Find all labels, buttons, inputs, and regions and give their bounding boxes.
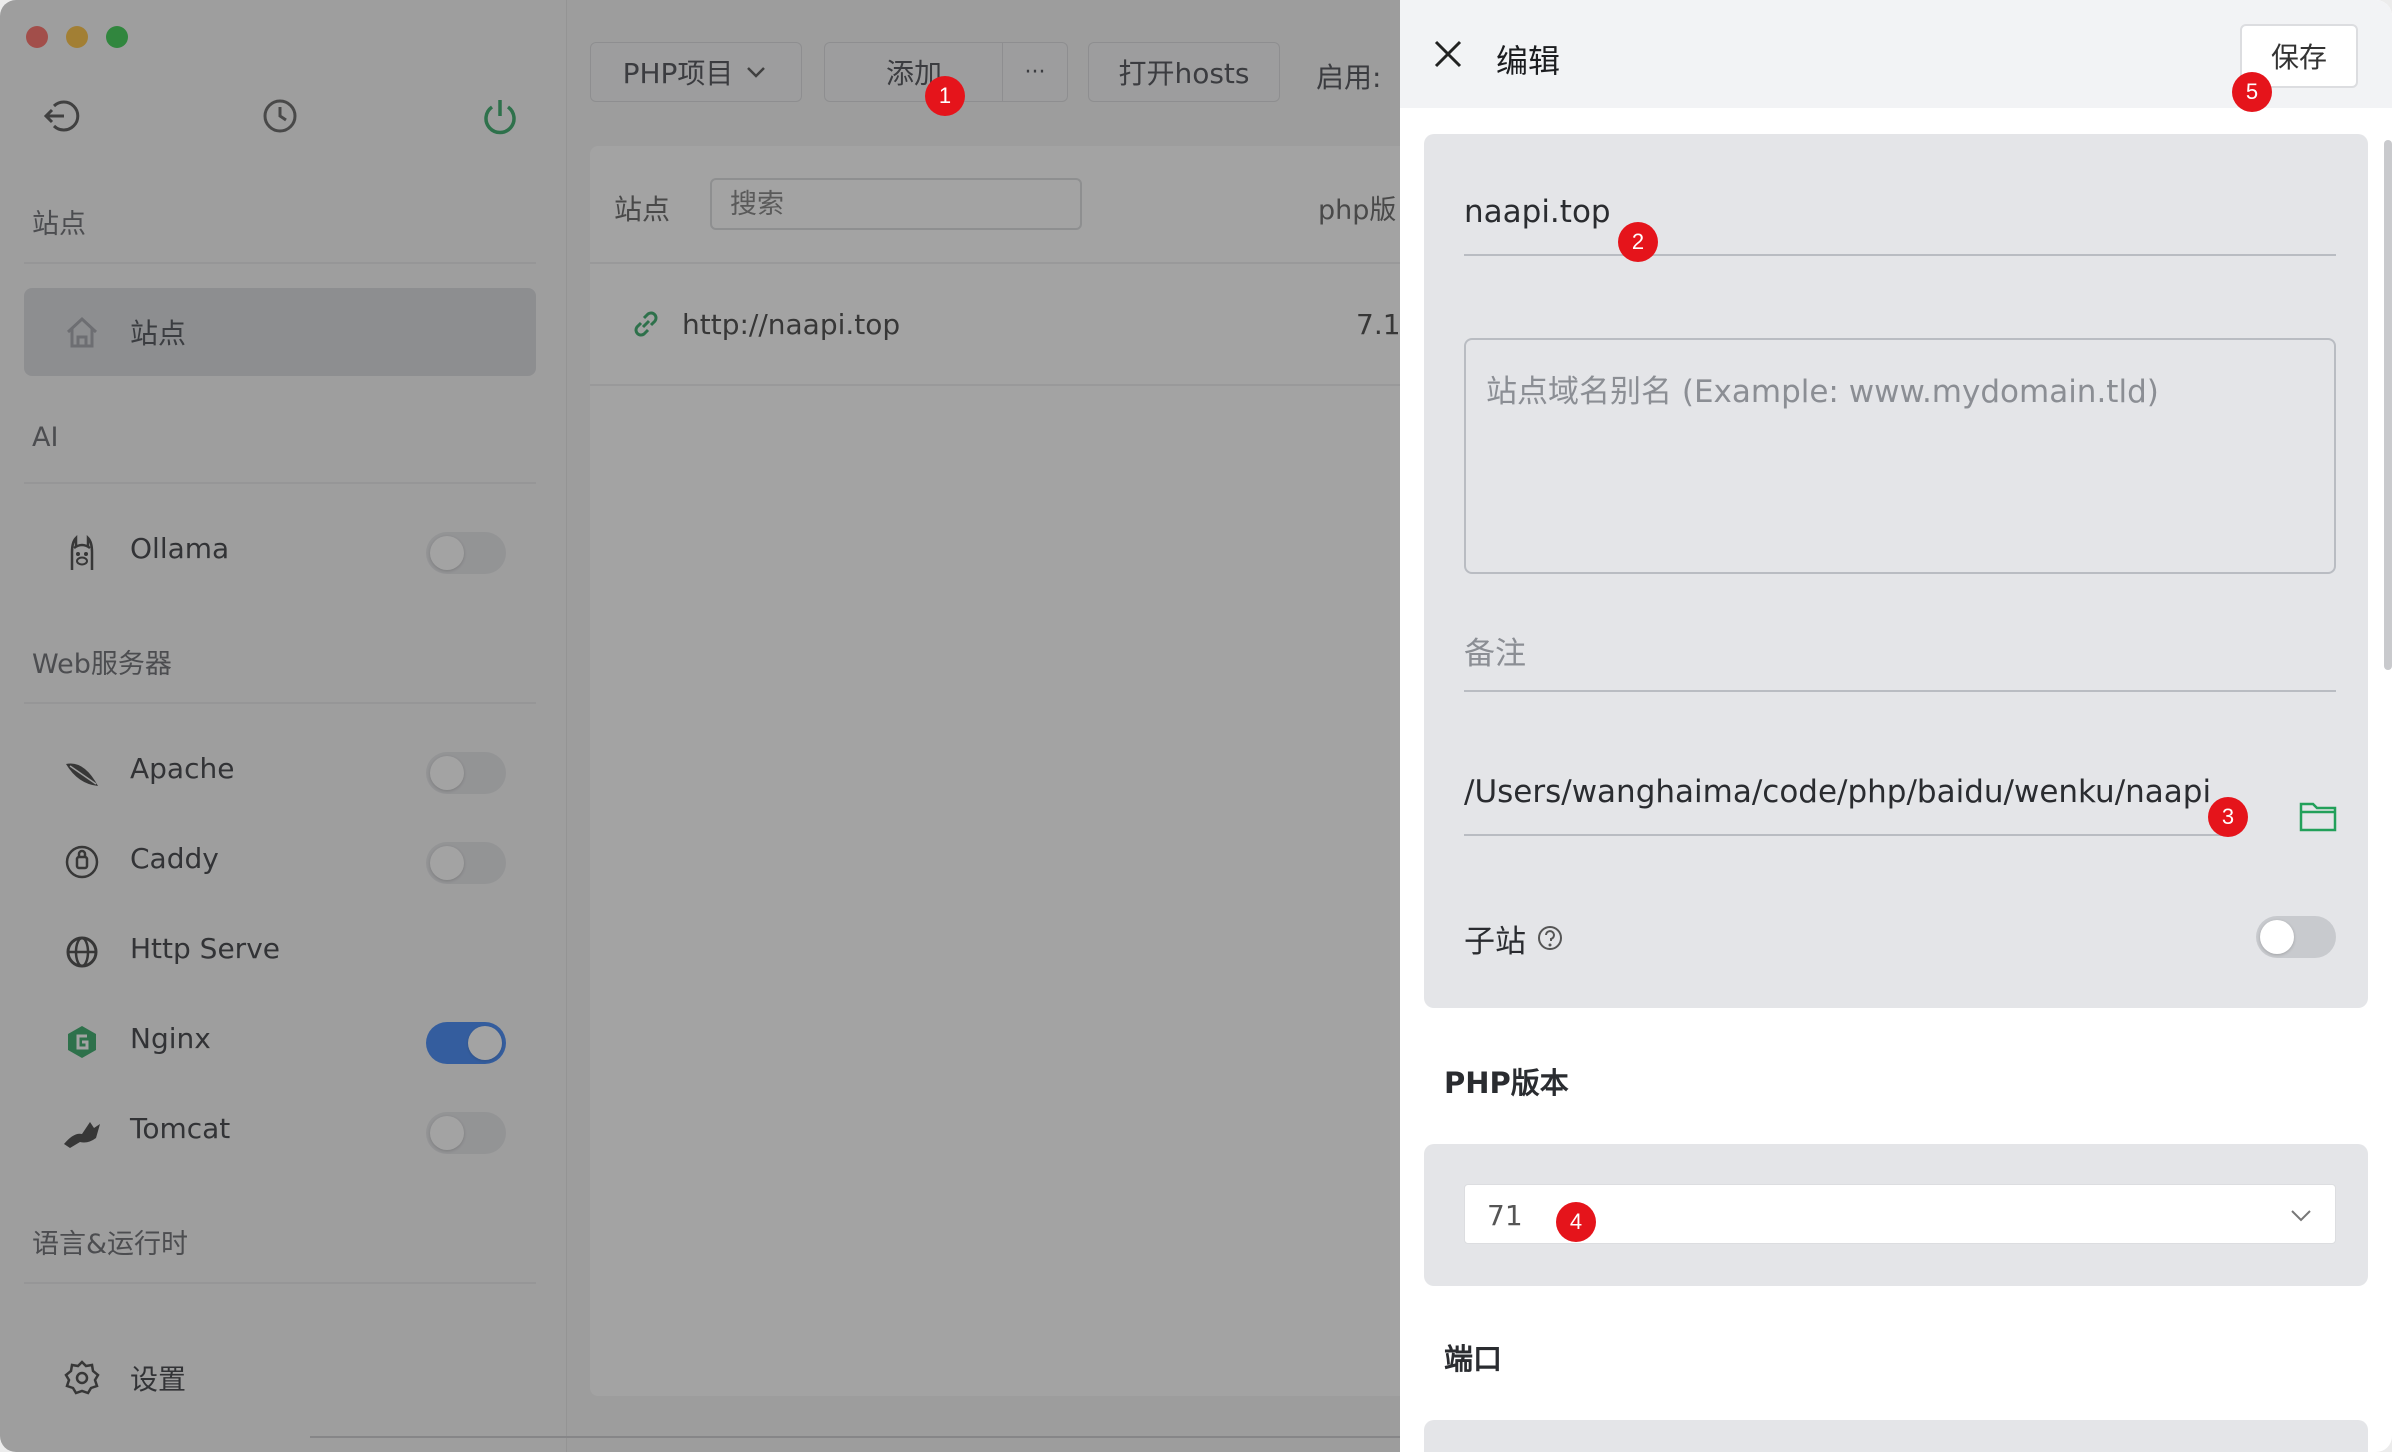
port-card xyxy=(1424,1420,2368,1452)
toggle-knob xyxy=(2260,920,2294,954)
edit-drawer: 编辑 保存 naapi.top 站点域名别名 (Example: www.myd… xyxy=(1400,0,2392,1452)
php-version-label: PHP版本 xyxy=(1444,1066,1569,1100)
scrollbar[interactable] xyxy=(2384,140,2392,670)
root-path-input[interactable]: /Users/wanghaima/code/php/baidu/wenku/na… xyxy=(1464,774,2211,810)
help-icon[interactable] xyxy=(1536,924,1564,952)
note-input[interactable]: 备注 xyxy=(1464,628,1526,673)
annotation-badge-2: 2 xyxy=(1618,222,1658,262)
php-version-select[interactable]: 71 xyxy=(1464,1184,2336,1244)
annotation-badge-1: 1 xyxy=(925,76,965,116)
drawer-title: 编辑 xyxy=(1496,42,1561,80)
underline xyxy=(1464,254,2336,256)
underline xyxy=(1464,834,2224,836)
annotation-badge-3: 3 xyxy=(2208,797,2248,837)
underline xyxy=(1464,690,2336,692)
modal-overlay[interactable] xyxy=(0,0,1400,1452)
close-icon[interactable] xyxy=(1430,36,1466,72)
annotation-badge-5: 5 xyxy=(2232,72,2272,112)
subsite-label: 子站 xyxy=(1464,924,1526,960)
save-button-label: 保存 xyxy=(2270,41,2327,74)
folder-icon[interactable] xyxy=(2298,798,2338,834)
domain-input[interactable]: naapi.top xyxy=(1464,194,1611,230)
php-version-value: 71 xyxy=(1487,1199,1523,1232)
site-form-card: naapi.top 站点域名别名 (Example: www.mydomain.… xyxy=(1424,134,2368,1008)
annotation-badge-4: 4 xyxy=(1556,1202,1596,1242)
port-label: 端口 xyxy=(1444,1342,1503,1376)
alias-textarea[interactable]: 站点域名别名 (Example: www.mydomain.tld) xyxy=(1464,338,2336,574)
subsite-toggle[interactable] xyxy=(2256,916,2336,958)
chevron-down-icon xyxy=(2291,1210,2311,1222)
alias-placeholder: 站点域名别名 (Example: www.mydomain.tld) xyxy=(1486,374,2159,410)
app-window: 站点 站点 AI Ollama Web服务器 Apache Caddy Http… xyxy=(0,0,2392,1452)
